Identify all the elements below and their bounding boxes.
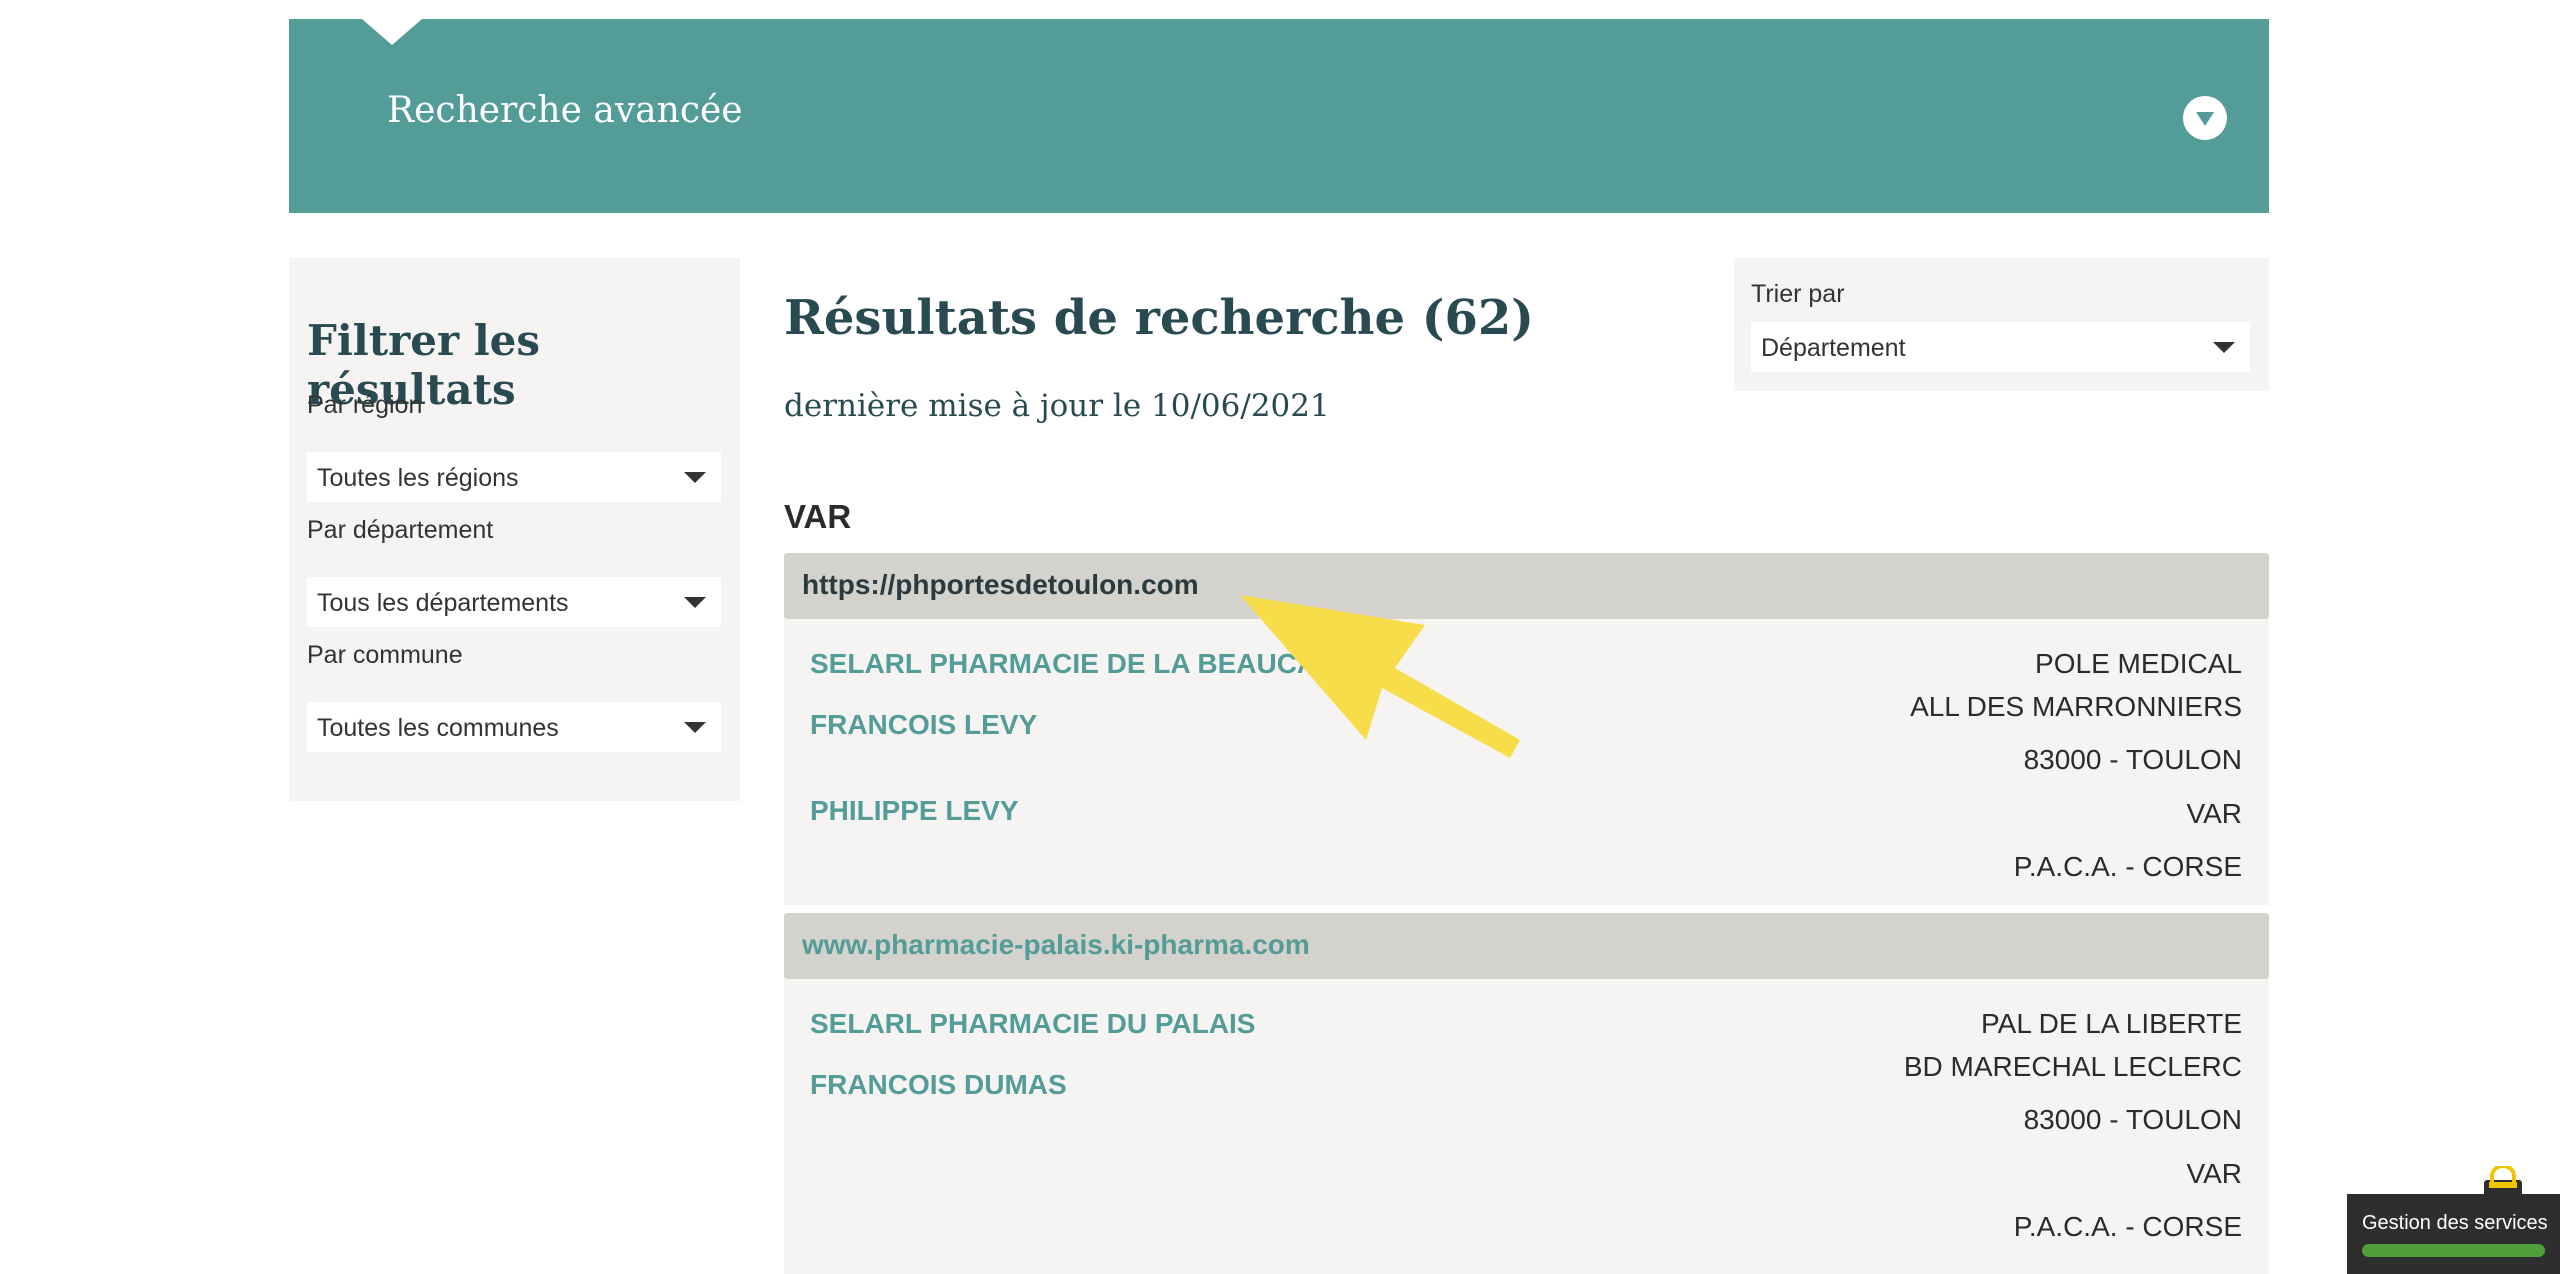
- region-filter-label: Par région: [307, 391, 423, 419]
- address-city: 83000 - TOULON: [2023, 1104, 2242, 1135]
- caret-down-icon: [684, 597, 706, 608]
- pharmacist-name-link[interactable]: PHILIPPE LEVY: [810, 795, 1019, 827]
- pharmacist-name-link[interactable]: FRANCOIS DUMAS: [810, 1069, 1067, 1101]
- departement-select-value: Tous les départements: [317, 589, 569, 617]
- region-select[interactable]: Toutes les régions: [307, 452, 721, 502]
- address-line: POLE MEDICAL: [2035, 648, 2242, 679]
- pharmacy-card: www.pharmacie-palais.ki-pharma.com SELAR…: [784, 913, 2269, 1274]
- commune-select-value: Toutes les communes: [317, 714, 559, 742]
- address-region: P.A.C.A. - CORSE: [2013, 1211, 2242, 1242]
- results-title: Résultats de recherche (62): [784, 290, 1534, 346]
- advanced-search-title[interactable]: Recherche avancée: [387, 90, 743, 131]
- sort-select[interactable]: Département: [1751, 322, 2250, 372]
- last-update-text: dernière mise à jour le 10/06/2021: [784, 388, 1330, 424]
- region-select-value: Toutes les régions: [317, 464, 519, 492]
- address-line: PAL DE LA LIBERTE: [1981, 1008, 2242, 1039]
- lock-icon: [2484, 1166, 2522, 1200]
- caret-down-icon: [684, 472, 706, 483]
- services-management-label: Gestion des services: [2362, 1212, 2548, 1234]
- chevron-down-icon[interactable]: [2183, 96, 2227, 140]
- address-region: P.A.C.A. - CORSE: [2013, 851, 2242, 882]
- address-line: BD MARECHAL LECLERC: [1903, 1051, 2242, 1082]
- banner-notch: [362, 19, 422, 45]
- department-group-heading: VAR: [784, 498, 852, 535]
- departement-filter-label: Par département: [307, 516, 494, 544]
- sort-panel: Trier par Département: [1734, 258, 2269, 391]
- address-city: 83000 - TOULON: [2023, 744, 2242, 775]
- filters-panel: Filtrer les résultats Par région Toutes …: [289, 258, 740, 801]
- sort-select-value: Département: [1761, 334, 1906, 362]
- arrow-pointer-icon: [1240, 595, 1520, 758]
- address-department: VAR: [2186, 798, 2243, 829]
- sort-label: Trier par: [1751, 280, 1845, 308]
- pharmacy-website-link[interactable]: www.pharmacie-palais.ki-pharma.com: [784, 913, 2269, 979]
- commune-select[interactable]: Toutes les communes: [307, 702, 721, 752]
- pharmacist-name-link[interactable]: FRANCOIS LEVY: [810, 709, 1037, 741]
- caret-down-icon: [684, 722, 706, 733]
- departement-select[interactable]: Tous les départements: [307, 577, 721, 627]
- address-line: ALL DES MARRONNIERS: [1910, 691, 2242, 722]
- services-management-widget[interactable]: Gestion des services: [2347, 1166, 2560, 1274]
- services-status-bar: [2362, 1244, 2545, 1257]
- pharmacy-name-link[interactable]: SELARL PHARMACIE DU PALAIS: [810, 1008, 1255, 1040]
- address-department: VAR: [2186, 1158, 2243, 1189]
- commune-filter-label: Par commune: [307, 641, 463, 669]
- caret-down-icon: [2213, 342, 2235, 353]
